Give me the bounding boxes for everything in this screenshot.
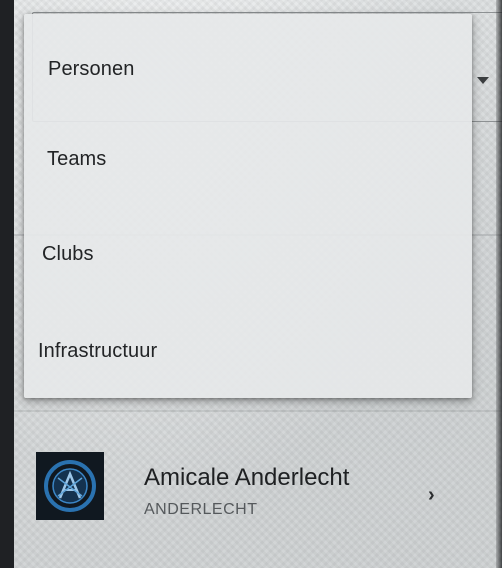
menu-item-label: Teams — [47, 147, 107, 170]
menu-item-label: Clubs — [42, 242, 94, 265]
chevron-right-icon: › — [428, 484, 435, 506]
divider — [14, 410, 502, 412]
menu-item-clubs[interactable]: Clubs — [24, 209, 472, 299]
menu-item-infrastructuur[interactable]: Infrastructuur — [24, 306, 472, 396]
menu-item-personen[interactable]: Personen — [24, 24, 472, 114]
screen: Amicale Anderlecht ANDERLECHT › Personen… — [14, 0, 502, 568]
club-name: Amicale Anderlecht — [144, 464, 350, 491]
device-bezel — [496, 0, 502, 568]
club-crest-icon — [36, 452, 104, 520]
dropdown-menu: Personen Teams Clubs Infrastructuur — [24, 14, 472, 398]
club-list-item[interactable]: Amicale Anderlecht ANDERLECHT › — [14, 440, 502, 540]
menu-item-label: Infrastructuur — [38, 339, 158, 362]
menu-item-teams[interactable]: Teams — [24, 114, 472, 204]
dropdown-arrow-icon[interactable] — [477, 77, 489, 84]
menu-item-label: Personen — [48, 57, 135, 80]
club-city: ANDERLECHT — [144, 501, 258, 518]
